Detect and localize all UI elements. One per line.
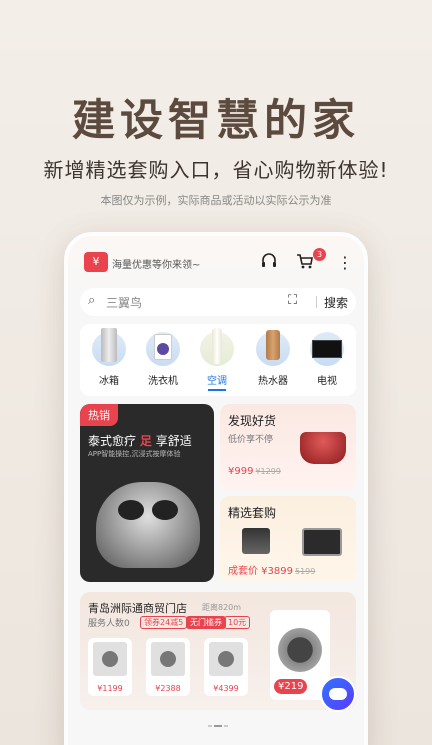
discover-price: ¥999 ¥1299 [228,466,281,477]
promo-disclaimer: 本图仅为示例，实际商品或活动以实际公示为准 [100,194,332,207]
promo-headline: 建设智慧的家 [72,96,360,146]
featured-price: ¥219 [274,679,308,694]
store-product[interactable]: ¥4399 [204,638,248,696]
active-underline [208,389,226,391]
cart-badge: 3 [313,248,326,261]
aircon-icon [200,328,234,366]
coupon-ticket[interactable]: 领券24减5 [140,616,188,629]
washer-image [151,642,185,676]
carousel-dots [208,712,232,727]
hot-title: 泰式愈疗 足 享舒适 [88,434,192,448]
hot-sale-card[interactable]: 热销 泰式愈疗 足 享舒适 APP智能操控,沉浸式按摩体验 [80,404,214,582]
product-price: ¥2388 [155,684,181,693]
category-water-heater[interactable]: 热水器 [248,330,298,387]
product-price: ¥1199 [97,684,123,693]
washer-drum-image [278,628,322,672]
category-label: 热水器 [258,376,288,387]
bundle-title: 精选套购 [228,506,277,520]
category-label: 冰箱 [99,376,119,387]
hot-desc: APP智能操控,沉浸式按摩体验 [88,450,181,458]
category-label: 洗衣机 [148,376,178,387]
category-aircon[interactable]: 空调 [192,328,242,391]
category-tv[interactable]: 电视 [302,332,352,387]
scan-icon[interactable]: ⛶ [288,293,297,308]
store-distance: 距离820m [202,603,242,612]
washer-icon [146,332,180,366]
store-service: 服务人数0 [88,619,130,629]
more-vertical-icon[interactable]: ⋮ [334,252,356,274]
washer-image [209,642,243,676]
coupon-icon[interactable]: ¥ [84,252,108,272]
category-row: 冰箱 洗衣机 空调 热水器 电视 [80,324,356,396]
discover-title: 发现好货 [228,414,277,428]
coupon-ticket[interactable]: 10元 [224,616,251,629]
discover-card[interactable]: 发现好货 低价享不停 ¥999 ¥1299 [220,404,356,490]
product-price: ¥4399 [213,684,239,693]
washer-image [93,642,127,676]
pot-image [300,432,346,464]
oven-image [302,528,342,556]
hot-tag: 热销 [80,404,118,426]
water-heater-icon [256,330,290,366]
assistant-bot-icon[interactable] [320,676,356,712]
search-input[interactable]: 三翼鸟 [106,294,142,311]
category-label: 空调 [207,376,227,387]
coupon-ticket[interactable]: 无门槛券 [186,616,226,629]
category-label: 电视 [317,376,337,387]
search-divider [316,296,317,308]
phone-mockup: ¥ 海量优惠等你来领~ 3 ⋮ ⌕ 三翼鸟 ⛶ 搜索 冰箱 洗衣机 空调 热水器… [64,232,368,745]
discover-subtitle: 低价享不停 [228,435,274,445]
promo-subline: 新增精选套购入口，省心购物新体验! [43,158,389,182]
tv-icon [310,332,344,366]
store-card[interactable]: 青岛洲际通商贸门店 距离820m 服务人数0 领券24减5 无门槛券 10元 ¥… [80,592,356,710]
bundle-price: 成套价 ¥3899 5199 [228,566,316,577]
range-hood-image [242,528,270,554]
search-icon: ⌕ [88,293,96,308]
coupon-text[interactable]: 海量优惠等你来领~ [112,256,200,271]
search-bar[interactable]: ⌕ 三翼鸟 ⛶ 搜索 [80,288,356,316]
foot-massager-image [96,482,200,568]
headset-icon[interactable] [258,252,280,274]
fridge-icon [92,328,126,366]
category-fridge[interactable]: 冰箱 [84,328,134,387]
bundle-card[interactable]: 精选套购 成套价 ¥3899 5199 [220,496,356,582]
store-product[interactable]: ¥1199 [88,638,132,696]
top-bar: ¥ 海量优惠等你来领~ 3 ⋮ [68,236,364,292]
search-button[interactable]: 搜索 [324,294,348,311]
store-name: 青岛洲际通商贸门店 [88,602,187,615]
store-product[interactable]: ¥2388 [146,638,190,696]
category-washer[interactable]: 洗衣机 [138,332,188,387]
